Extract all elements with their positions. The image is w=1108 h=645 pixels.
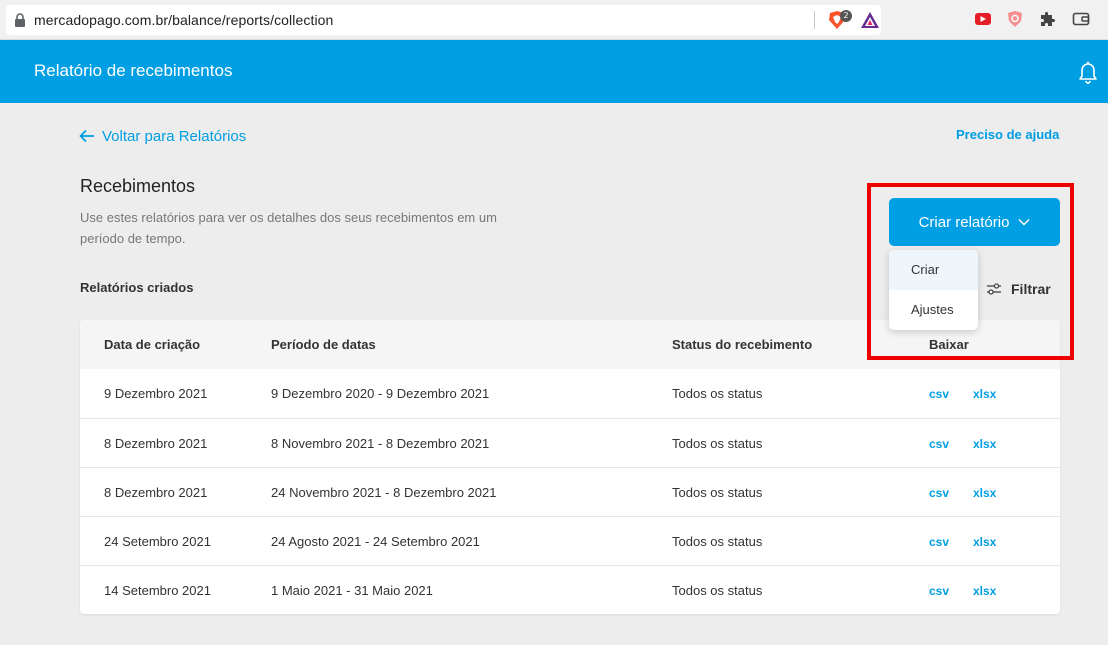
- table-row: 8 Dezembro 2021 24 Novembro 2021 - 8 Dez…: [80, 467, 1060, 516]
- cell-period: 1 Maio 2021 - 31 Maio 2021: [271, 583, 433, 598]
- browser-toolbar: mercadopago.com.br/balance/reports/colle…: [0, 0, 1108, 40]
- table-row: 8 Dezembro 2021 8 Novembro 2021 - 8 Deze…: [80, 418, 1060, 467]
- download-csv-link[interactable]: csv: [929, 584, 949, 598]
- column-header-status: Status do recebimento: [672, 337, 813, 352]
- app-header: Relatório de recebimentos: [0, 40, 1108, 103]
- cell-period: 24 Novembro 2021 - 8 Dezembro 2021: [271, 485, 497, 500]
- brave-shield-badge: 2: [840, 10, 852, 22]
- cell-created: 8 Dezembro 2021: [104, 436, 208, 451]
- page-title: Recebimentos: [80, 176, 196, 196]
- download-csv-link[interactable]: csv: [929, 437, 949, 451]
- column-header-period: Período de datas: [271, 337, 376, 352]
- section-label: Relatórios criados: [80, 280, 194, 295]
- column-header-created: Data de criação: [104, 337, 201, 352]
- table-row: 14 Setembro 2021 1 Maio 2021 - 31 Maio 2…: [80, 565, 1060, 614]
- cell-period: 9 Dezembro 2020 - 9 Dezembro 2021: [271, 386, 490, 401]
- back-link-label: Voltar para Relatórios: [102, 127, 247, 145]
- table-row: 24 Setembro 2021 24 Agosto 2021 - 24 Set…: [80, 516, 1060, 565]
- cell-status: Todos os status: [672, 386, 763, 401]
- youtube-ext-icon[interactable]: [974, 10, 992, 28]
- header-title: Relatório de recebimentos: [34, 61, 233, 80]
- download-xlsx-link[interactable]: xlsx: [973, 387, 996, 401]
- cell-period: 8 Novembro 2021 - 8 Dezembro 2021: [271, 436, 490, 451]
- reports-table: Data de criação Período de datas Status …: [80, 320, 1060, 614]
- download-xlsx-link[interactable]: xlsx: [973, 486, 996, 500]
- cell-created: 24 Setembro 2021: [104, 534, 211, 549]
- cell-status: Todos os status: [672, 485, 763, 500]
- download-xlsx-link[interactable]: xlsx: [973, 535, 996, 549]
- table-row: 9 Dezembro 2021 9 Dezembro 2020 - 9 Deze…: [80, 369, 1060, 418]
- download-csv-link[interactable]: csv: [929, 486, 949, 500]
- puzzle-extensions-icon[interactable]: [1038, 10, 1056, 28]
- cell-created: 14 Setembro 2021: [104, 583, 211, 598]
- cell-status: Todos os status: [672, 436, 763, 451]
- cell-created: 8 Dezembro 2021: [104, 485, 208, 500]
- url-text[interactable]: mercadopago.com.br/balance/reports/colle…: [34, 12, 333, 28]
- download-csv-link[interactable]: csv: [929, 535, 949, 549]
- url-separator: [814, 11, 815, 29]
- arrow-left-icon: [79, 129, 94, 143]
- lock-icon[interactable]: [14, 12, 26, 28]
- brave-rewards-icon[interactable]: [860, 11, 880, 29]
- download-xlsx-link[interactable]: xlsx: [973, 437, 996, 451]
- highlight-annotation-box: [867, 183, 1074, 360]
- cell-status: Todos os status: [672, 583, 763, 598]
- download-xlsx-link[interactable]: xlsx: [973, 584, 996, 598]
- help-link[interactable]: Preciso de ajuda: [956, 127, 1059, 142]
- cell-period: 24 Agosto 2021 - 24 Setembro 2021: [271, 534, 480, 549]
- back-to-reports-link[interactable]: Voltar para Relatórios: [79, 126, 246, 146]
- cell-created: 9 Dezembro 2021: [104, 386, 208, 401]
- wallet-icon[interactable]: [1072, 10, 1090, 28]
- download-csv-link[interactable]: csv: [929, 387, 949, 401]
- bell-icon[interactable]: [1076, 59, 1100, 85]
- address-bar[interactable]: mercadopago.com.br/balance/reports/colle…: [6, 5, 881, 35]
- shield-ext-icon[interactable]: [1006, 10, 1024, 28]
- page-description: Use estes relatórios para ver os detalhe…: [80, 210, 497, 246]
- cell-status: Todos os status: [672, 534, 763, 549]
